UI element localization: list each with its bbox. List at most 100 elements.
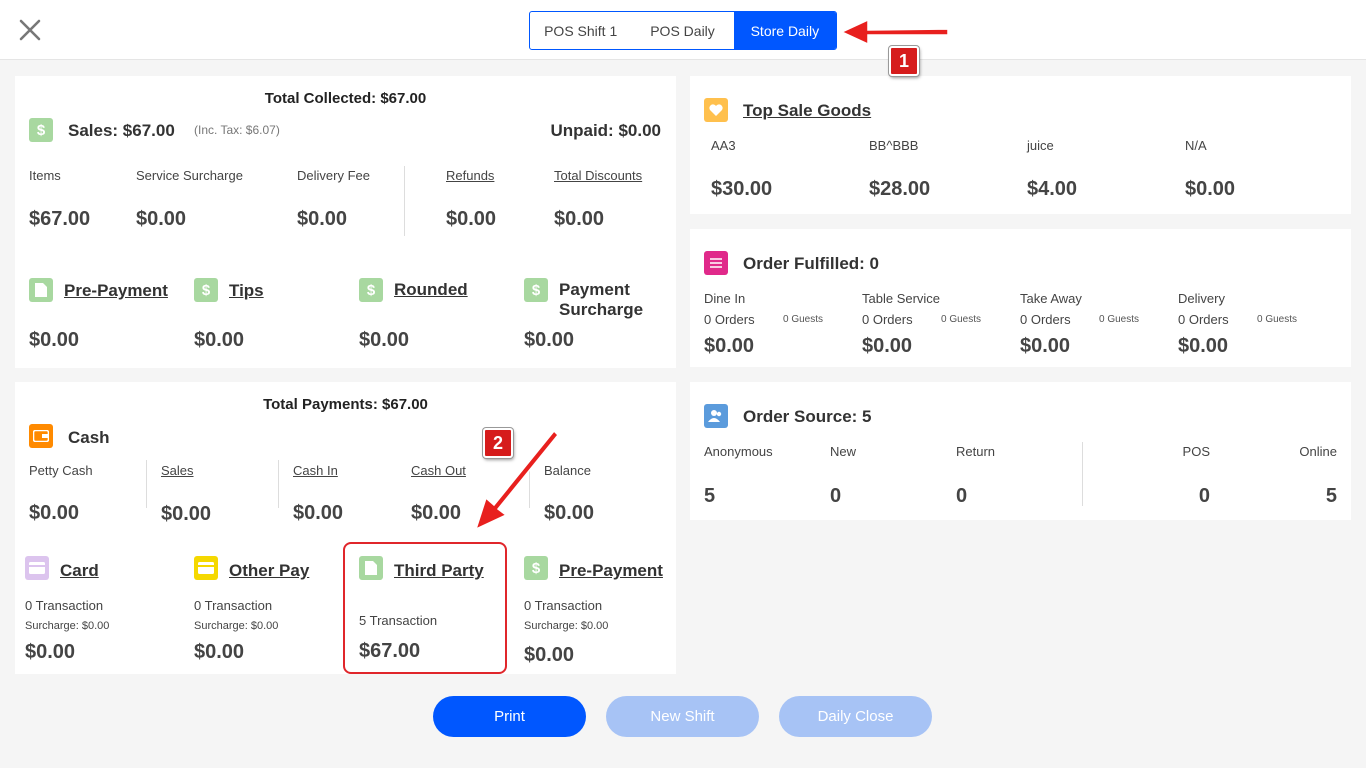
document-icon (29, 278, 53, 302)
top-sale-goods-link[interactable]: Top Sale Goods (743, 101, 871, 121)
pre-payment-transactions: 0 Transaction (524, 598, 603, 613)
total-payments: Total Payments: $67.00 (263, 396, 428, 413)
dollar-icon: $ (194, 278, 218, 302)
rounded-value: $0.00 (359, 329, 410, 351)
wallet-icon (29, 424, 53, 448)
tab-pos-daily[interactable]: POS Daily (631, 12, 733, 49)
tab-pos-shift[interactable]: POS Shift 1 (530, 12, 631, 49)
take-away-orders: 0 Orders (1020, 312, 1071, 327)
other-pay-value: $0.00 (194, 641, 245, 663)
card-link[interactable]: Card (60, 561, 99, 581)
dollar-icon: $ (524, 556, 548, 580)
card-surcharge: Surcharge: $0.00 (25, 620, 110, 632)
items-value: $67.00 (29, 208, 91, 230)
service-surcharge-label: Service Surcharge (136, 168, 243, 183)
pos-label: POS (1182, 444, 1210, 459)
cash-out-link[interactable]: Cash Out (411, 463, 466, 478)
refunds-value: $0.00 (446, 208, 497, 230)
report-scope-tabs: POS Shift 1 POS Daily Store Daily (529, 11, 837, 50)
top-item-name: AA3 (711, 138, 736, 153)
take-away-value: $0.00 (1020, 335, 1071, 357)
total-collected: Total Collected: $67.00 (264, 90, 427, 107)
dine-in-value: $0.00 (704, 335, 755, 357)
divider (404, 166, 405, 236)
delivery-fee-value: $0.00 (297, 208, 348, 230)
order-source-card: Order Source: 5 Anonymous 5 New 0 Return… (690, 382, 1351, 520)
return-label: Return (956, 444, 996, 459)
online-value: 5 (1325, 485, 1337, 507)
dine-in-label: Dine In (704, 291, 746, 306)
items-label: Items (29, 168, 61, 183)
tips-link[interactable]: Tips (229, 281, 264, 301)
payment-pre-payment-link[interactable]: Pre-Payment (559, 561, 663, 581)
table-service-label: Table Service (862, 291, 941, 306)
pre-payment-surcharge: Surcharge: $0.00 (524, 620, 609, 632)
new-label: New (830, 444, 857, 459)
cash-sales-value: $0.00 (161, 503, 212, 525)
pos-value: 0 (1198, 485, 1210, 507)
cash-in-link[interactable]: Cash In (293, 463, 338, 478)
divider (278, 460, 279, 508)
order-source-title: Order Source: 5 (743, 407, 872, 426)
payment-pre-payment-value: $0.00 (524, 644, 575, 666)
pre-payment-link[interactable]: Pre-Payment (64, 281, 168, 301)
new-shift-button[interactable]: New Shift (606, 696, 759, 737)
step-1-badge: 1 (889, 46, 919, 76)
top-item-name: N/A (1185, 138, 1207, 153)
dollar-icon: $ (359, 278, 383, 302)
cash-in-value: $0.00 (293, 502, 344, 524)
cash-out-value: $0.00 (411, 502, 462, 524)
online-label: Online (1299, 444, 1337, 459)
petty-cash-value: $0.00 (29, 502, 80, 524)
delivery-orders: 0 Orders (1178, 312, 1229, 327)
dollar-icon: $ (524, 278, 548, 302)
tab-store-daily[interactable]: Store Daily (733, 12, 836, 49)
cash-title: Cash (68, 428, 110, 447)
list-icon (704, 251, 728, 275)
delivery-value: $0.00 (1178, 335, 1229, 357)
rounded-link[interactable]: Rounded (394, 280, 468, 300)
other-pay-surcharge: Surcharge: $0.00 (194, 620, 279, 632)
payment-surcharge-value: $0.00 (524, 329, 575, 351)
pre-payment-value: $0.00 (29, 329, 80, 351)
third-party-highlight (343, 542, 507, 674)
anonymous-label: Anonymous (704, 444, 773, 459)
top-bar: POS Shift 1 POS Daily Store Daily (0, 0, 1366, 60)
order-fulfilled-card: Order Fulfilled: 0 Dine In 0 Orders 0 Gu… (690, 229, 1351, 367)
take-away-guests: 0 Guests (1099, 314, 1140, 325)
cash-sales-link[interactable]: Sales (161, 463, 194, 478)
sales-total: Sales: $67.00 (68, 121, 175, 140)
other-pay-icon (194, 556, 218, 580)
card-icon (25, 556, 49, 580)
card-value: $0.00 (25, 641, 76, 663)
refunds-link[interactable]: Refunds (446, 168, 494, 183)
new-value: 0 (830, 485, 842, 507)
other-pay-link[interactable]: Other Pay (229, 561, 309, 581)
return-value: 0 (956, 485, 968, 507)
top-item-value: $0.00 (1185, 178, 1236, 200)
petty-cash-label: Petty Cash (29, 463, 93, 478)
divider (1082, 442, 1083, 506)
print-button[interactable]: Print (433, 696, 586, 737)
inc-tax: (Inc. Tax: $6.07) (194, 123, 280, 137)
delivery-guests: 0 Guests (1257, 314, 1298, 325)
close-icon[interactable] (18, 18, 42, 42)
collected-card: Total Collected: $67.00 $ Sales: $67.00 … (15, 76, 676, 368)
top-item-name: juice (1027, 138, 1054, 153)
top-item-name: BB^BBB (869, 138, 919, 153)
table-service-value: $0.00 (862, 335, 913, 357)
users-icon (704, 404, 728, 428)
table-service-guests: 0 Guests (941, 314, 982, 325)
take-away-label: Take Away (1020, 291, 1082, 306)
daily-close-button[interactable]: Daily Close (779, 696, 932, 737)
delivery-label: Delivery (1178, 291, 1225, 306)
total-discounts-link[interactable]: Total Discounts (554, 168, 642, 183)
dine-in-orders: 0 Orders (704, 312, 755, 327)
tips-value: $0.00 (194, 329, 245, 351)
service-surcharge-value: $0.00 (136, 208, 187, 230)
total-discounts-value: $0.00 (554, 208, 605, 230)
top-item-value: $4.00 (1027, 178, 1078, 200)
unpaid-total: Unpaid: $0.00 (550, 121, 661, 140)
anonymous-value: 5 (704, 485, 716, 507)
dine-in-guests: 0 Guests (783, 314, 824, 325)
